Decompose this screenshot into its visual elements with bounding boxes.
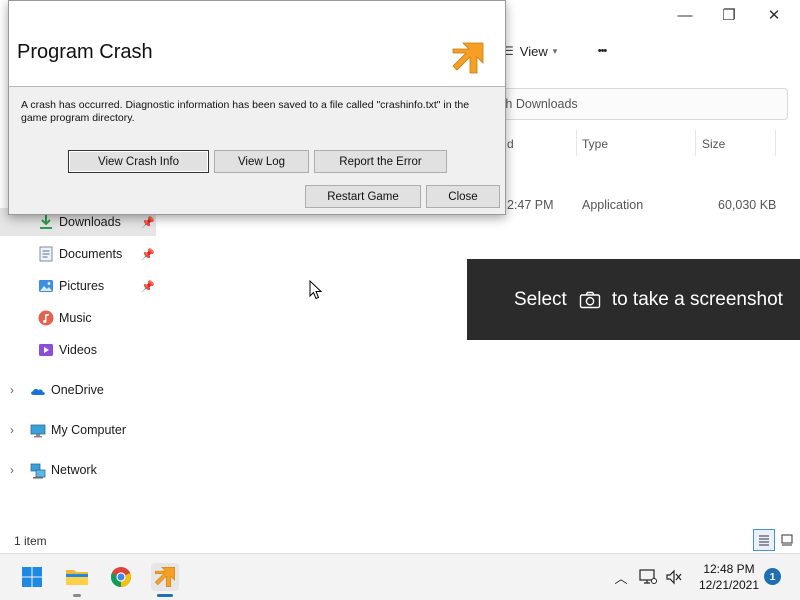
nav-item-documents[interactable]: Documents 📌 <box>0 240 156 268</box>
nav-item-label: OneDrive <box>51 383 104 397</box>
view-label: View <box>519 43 548 59</box>
clock-time: 12:48 PM <box>703 562 755 576</box>
file-size-cell: 60,030 KB <box>718 198 777 212</box>
nav-item-music[interactable]: Music <box>0 304 156 332</box>
chevron-up-icon: ︿ <box>614 570 628 586</box>
camera-icon <box>579 291 601 308</box>
taskbar: ︿ 12:48 PM 12/21/2021 1 <box>0 553 800 600</box>
computer-icon <box>30 424 46 438</box>
active-indicator <box>157 594 173 597</box>
column-divider[interactable] <box>695 130 696 156</box>
show-hidden-icons-button[interactable]: ︿ <box>608 564 634 590</box>
nav-item-onedrive[interactable]: › OneDrive <box>0 377 156 405</box>
pin-icon[interactable]: 📌 <box>141 216 155 229</box>
restart-game-button[interactable]: Restart Game <box>305 185 421 208</box>
game-logo-icon <box>452 42 484 74</box>
snip-overlay: Select to take a screenshot <box>467 259 800 340</box>
nav-item-label: Network <box>51 463 97 477</box>
pin-icon[interactable]: 📌 <box>141 248 155 261</box>
more-options-button[interactable]: ••• <box>591 34 613 68</box>
taskbar-clock[interactable]: 12:48 PM 12/21/2021 <box>692 561 766 593</box>
music-icon <box>38 310 54 326</box>
details-view-button[interactable] <box>753 529 775 551</box>
column-header-date[interactable]: d <box>507 137 514 151</box>
column-divider[interactable] <box>775 130 776 156</box>
column-header-type[interactable]: Type <box>582 137 608 151</box>
dialog-header: Program Crash <box>9 1 505 87</box>
running-indicator <box>73 594 81 597</box>
nav-item-label: Pictures <box>59 279 105 293</box>
volume-button[interactable] <box>661 564 687 590</box>
nav-item-videos[interactable]: Videos <box>0 336 156 364</box>
minimize-button[interactable]: — <box>665 4 705 26</box>
column-header-size[interactable]: Size <box>702 137 725 151</box>
game-taskbar-button[interactable] <box>151 563 179 591</box>
download-icon <box>40 215 52 229</box>
view-log-button[interactable]: View Log <box>214 150 309 173</box>
chevron-right-icon[interactable]: › <box>10 383 14 397</box>
close-window-button[interactable]: ✕ <box>754 4 794 26</box>
nav-item-label: My Computer <box>51 423 127 437</box>
report-error-button[interactable]: Report the Error <box>314 150 447 173</box>
start-button[interactable] <box>19 564 45 590</box>
status-item-count: 1 item <box>14 534 47 548</box>
dialog-title: Program Crash <box>17 41 153 63</box>
onedrive-icon <box>31 388 45 395</box>
chrome-taskbar-button[interactable] <box>108 564 134 590</box>
view-crash-info-button[interactable]: View Crash Info <box>68 150 209 173</box>
nav-item-label: Documents <box>59 247 123 261</box>
file-date-cell: 2:47 PM <box>507 198 554 212</box>
nav-item-pictures[interactable]: Pictures 📌 <box>0 272 156 300</box>
windows-logo-icon <box>22 567 42 587</box>
nav-item-label: Videos <box>59 343 97 357</box>
network-status-button[interactable] <box>635 564 661 590</box>
file-type-cell: Application <box>582 198 644 212</box>
document-icon <box>39 246 53 262</box>
details-view-icon <box>759 535 769 546</box>
search-placeholder: rch Downloads <box>495 97 578 111</box>
pictures-icon <box>39 280 53 292</box>
close-icon: ✕ <box>767 7 781 24</box>
chrome-icon <box>110 567 132 588</box>
nav-item-my-computer[interactable]: › My Computer <box>0 417 156 445</box>
chevron-right-icon[interactable]: › <box>10 463 14 477</box>
network-status-icon <box>639 569 657 584</box>
tiles-view-button[interactable] <box>776 529 798 551</box>
column-divider[interactable] <box>576 130 577 156</box>
file-explorer-taskbar-button[interactable] <box>64 564 90 590</box>
search-input[interactable]: rch Downloads <box>478 88 788 120</box>
view-menu-button[interactable]: ☰ View ▾ <box>503 34 563 68</box>
notification-badge[interactable]: 1 <box>764 568 781 585</box>
mouse-cursor-icon <box>309 280 322 300</box>
videos-icon <box>39 344 53 356</box>
snip-text-before: Select <box>514 288 567 310</box>
chevron-down-icon: ▾ <box>552 45 558 56</box>
minimize-icon: — <box>677 6 693 24</box>
more-icon: ••• <box>597 45 608 57</box>
volume-muted-icon <box>666 569 682 585</box>
maximize-icon: ❐ <box>722 7 736 24</box>
close-button[interactable]: Close <box>426 185 500 208</box>
clock-date: 12/21/2021 <box>698 578 760 592</box>
network-icon <box>30 463 46 479</box>
crash-message: A crash has occurred. Diagnostic informa… <box>21 99 470 124</box>
chevron-right-icon[interactable]: › <box>10 423 14 437</box>
nav-item-label: Downloads <box>59 215 121 229</box>
folder-icon <box>66 570 88 585</box>
nav-item-label: Music <box>59 311 92 325</box>
snip-text-after: to take a screenshot <box>611 288 783 310</box>
program-crash-dialog: Program Crash A crash has occurred. Diag… <box>8 0 506 215</box>
pin-icon[interactable]: 📌 <box>141 280 155 293</box>
tiles-view-icon <box>781 534 793 546</box>
game-app-icon <box>154 567 175 587</box>
maximize-button[interactable]: ❐ <box>709 4 749 26</box>
nav-item-network[interactable]: › Network <box>0 457 156 485</box>
